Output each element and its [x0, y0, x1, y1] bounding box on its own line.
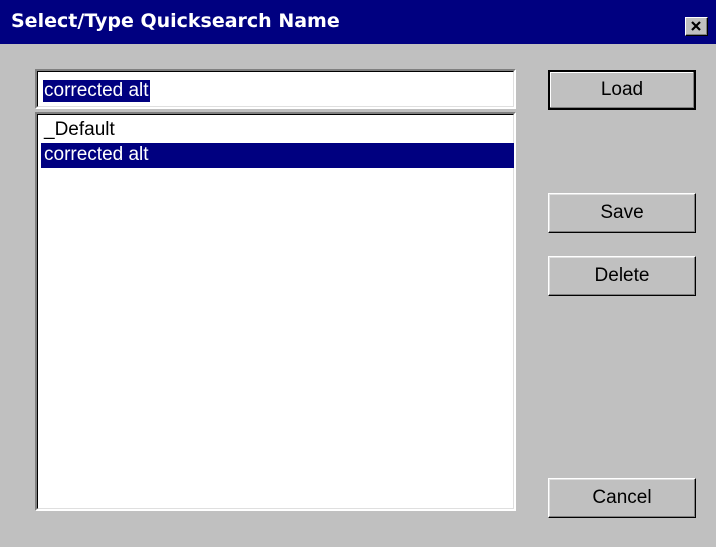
list-item-label: corrected alt [44, 144, 149, 165]
load-button[interactable]: Load [548, 70, 696, 110]
close-icon [691, 21, 701, 31]
cancel-button-label: Cancel [592, 487, 652, 508]
load-button-label: Load [600, 79, 644, 100]
quicksearch-listbox[interactable]: _Default corrected alt [35, 112, 516, 511]
dialog-title: Select/Type Quicksearch Name [11, 10, 340, 32]
list-item[interactable]: _Default [41, 118, 514, 143]
save-button[interactable]: Save [548, 193, 696, 233]
input-inner-border: corrected alt [37, 71, 514, 107]
save-button-label: Save [600, 202, 644, 223]
delete-button-label: Delete [594, 265, 650, 286]
listbox-inner-border: _Default corrected alt [37, 114, 514, 509]
quicksearch-dialog: Select/Type Quicksearch Name corrected a… [0, 0, 716, 547]
quicksearch-name-input[interactable]: corrected alt [35, 69, 516, 109]
cancel-button[interactable]: Cancel [548, 478, 696, 518]
list-item-label: _Default [44, 119, 115, 140]
title-bar[interactable]: Select/Type Quicksearch Name [0, 0, 716, 44]
close-button[interactable] [685, 17, 708, 36]
quicksearch-name-value: corrected alt [43, 80, 150, 102]
list-item-selected[interactable]: corrected alt [41, 143, 514, 168]
delete-button[interactable]: Delete [548, 256, 696, 296]
